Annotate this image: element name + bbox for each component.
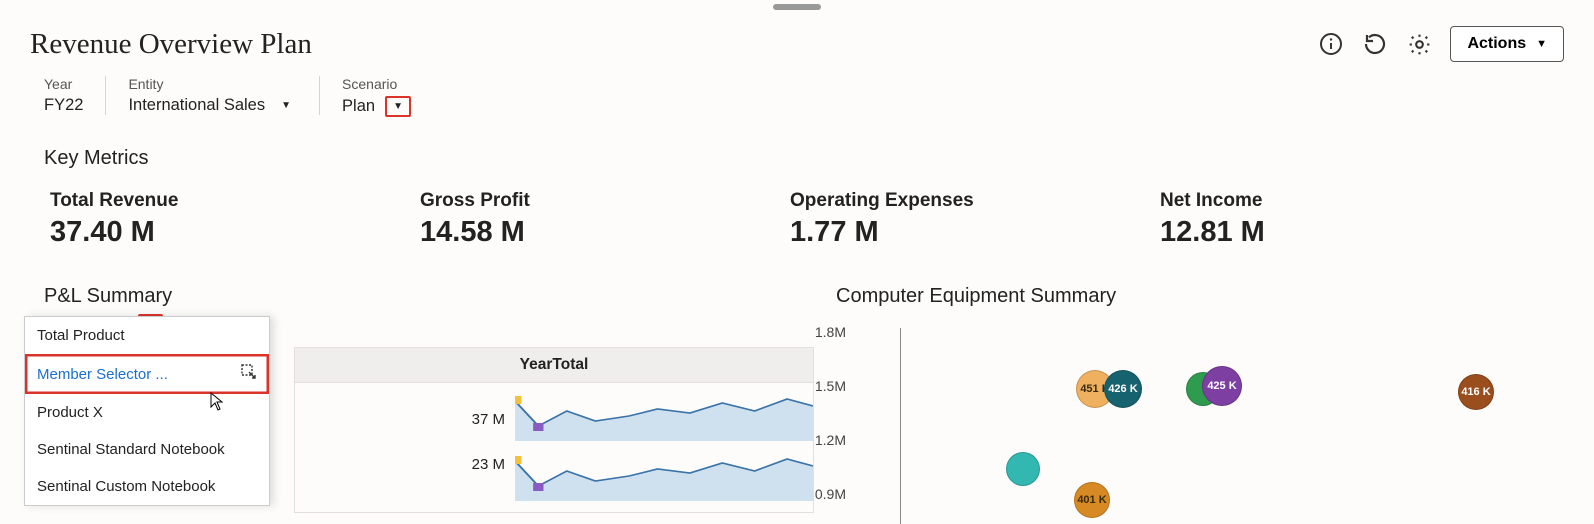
pnl-row-value: 23 M — [472, 456, 505, 473]
actions-button[interactable]: Actions ▼ — [1450, 26, 1564, 62]
pnl-row-value: 37 M — [472, 411, 505, 428]
y-tick: 1.8M — [798, 324, 846, 340]
metric-label: Total Revenue — [50, 190, 420, 212]
info-icon[interactable] — [1318, 31, 1344, 57]
y-tick: 1.2M — [798, 432, 846, 448]
chevron-down-icon[interactable]: ▼ — [385, 96, 411, 117]
dropdown-item-sentinal-standard[interactable]: Sentinal Standard Notebook — [25, 431, 269, 468]
metric-value: 37.40 M — [50, 216, 420, 249]
y-axis-line — [900, 328, 901, 524]
sparkline — [515, 451, 813, 501]
ces-chart: 1.8M 1.5M 1.2M 0.9M 451 K426 K425 K416 K… — [846, 324, 1564, 524]
metric-net-income: Net Income 12.81 M — [1160, 190, 1530, 249]
dropdown-item-member-selector[interactable]: Member Selector ... — [25, 354, 269, 394]
drag-handle[interactable] — [773, 4, 821, 10]
metric-label: Net Income — [1160, 190, 1530, 212]
page-title: Revenue Overview Plan — [30, 28, 312, 61]
actions-label: Actions — [1467, 35, 1526, 53]
pov-year-value: FY22 — [44, 96, 83, 115]
y-tick: 0.9M — [798, 486, 846, 502]
pov-scenario[interactable]: Scenario Plan ▼ — [320, 76, 433, 117]
pov-bar: Year FY22 Entity International Sales ▼ S… — [30, 76, 1564, 117]
pnl-table-header: YearTotal — [294, 347, 814, 383]
metric-total-revenue: Total Revenue 37.40 M — [50, 190, 420, 249]
sparkline — [515, 391, 813, 441]
pnl-table-body: 37 M 23 M — [294, 383, 814, 513]
metric-gross-profit: Gross Profit 14.58 M — [420, 190, 790, 249]
bubble[interactable]: 425 K — [1202, 366, 1242, 406]
dropdown-item-total-product[interactable]: Total Product — [25, 317, 269, 354]
dropdown-item-sentinal-custom[interactable]: Sentinal Custom Notebook — [25, 468, 269, 505]
pov-scenario-label: Scenario — [342, 76, 411, 92]
gear-icon[interactable] — [1406, 31, 1432, 57]
refresh-icon[interactable] — [1362, 31, 1388, 57]
pov-entity-label: Entity — [128, 76, 297, 92]
product-dropdown[interactable]: Total Product Member Selector ... Produc… — [24, 316, 270, 506]
pov-year-label: Year — [44, 76, 83, 92]
pov-entity[interactable]: Entity International Sales ▼ — [106, 76, 320, 115]
bubble[interactable]: 416 K — [1458, 374, 1494, 410]
chevron-down-icon: ▼ — [1536, 38, 1547, 50]
bubble[interactable]: 401 K — [1074, 482, 1110, 518]
bubble[interactable] — [1006, 452, 1040, 486]
y-tick: 1.5M — [798, 378, 846, 394]
dropdown-item-product-x[interactable]: Product X — [25, 394, 269, 431]
pov-scenario-value: Plan — [342, 97, 375, 116]
mouse-cursor-icon — [210, 392, 226, 417]
pnl-title: P&L Summary — [44, 285, 814, 308]
metric-operating-expenses: Operating Expenses 1.77 M — [790, 190, 1160, 249]
member-selector-icon — [241, 364, 257, 384]
metric-label: Operating Expenses — [790, 190, 1160, 212]
metric-value: 14.58 M — [420, 216, 790, 249]
metric-value: 12.81 M — [1160, 216, 1530, 249]
pov-entity-value: International Sales — [128, 96, 265, 115]
key-metrics-title: Key Metrics — [44, 147, 1564, 170]
metric-value: 1.77 M — [790, 216, 1160, 249]
chevron-down-icon[interactable]: ▼ — [275, 97, 297, 114]
ces-title: Computer Equipment Summary — [836, 285, 1564, 308]
bubble[interactable]: 426 K — [1104, 370, 1142, 408]
metric-label: Gross Profit — [420, 190, 790, 212]
pov-year: Year FY22 — [30, 76, 106, 115]
